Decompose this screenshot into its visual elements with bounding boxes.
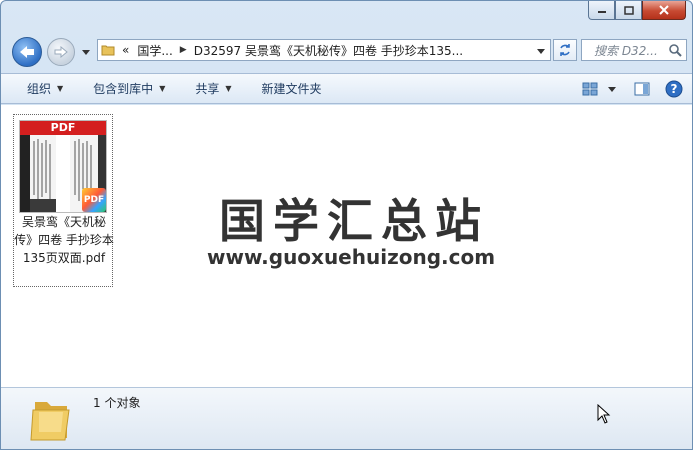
back-arrow-icon [20, 46, 34, 58]
new-folder-label: 新建文件夹 [261, 82, 322, 96]
breadcrumb-overflow[interactable]: « [118, 43, 133, 57]
folder-icon [30, 402, 70, 441]
preview-pane-icon [634, 82, 650, 95]
include-in-library-label: 包含到库中 [93, 82, 154, 96]
help-button[interactable]: ? [660, 78, 688, 100]
organize-label: 组织 [27, 82, 52, 96]
new-folder-button[interactable]: 新建文件夹 [252, 80, 332, 97]
details-pane: 1 个对象 [1, 387, 692, 449]
minimize-icon [597, 11, 606, 13]
mouse-cursor-icon [597, 404, 611, 424]
change-view-button[interactable] [576, 78, 604, 100]
breadcrumb-current-folder[interactable]: D32597 吴景鸾《天机秘传》四卷 手抄珍本135... [190, 42, 467, 59]
close-button[interactable] [642, 1, 686, 20]
pdf-thumbnail: PDF PDF [19, 120, 107, 213]
organize-button[interactable]: 组织 ▼ [17, 80, 73, 97]
search-box[interactable]: 搜索 D32... [581, 39, 687, 61]
watermark-url: www.guoxuehuizong.com [207, 245, 496, 269]
folder-icon [98, 40, 118, 60]
pdf-banner: PDF [20, 121, 106, 135]
address-bar[interactable]: « 国学... ▶ D32597 吴景鸾《天机秘传》四卷 手抄珍本135... [97, 39, 551, 61]
recent-pages-dropdown[interactable] [81, 47, 91, 57]
caption-buttons [588, 1, 686, 20]
file-name-label[interactable]: 吴景鸾《天机秘传》四卷 手抄珍本135页双面.pdf [14, 213, 114, 267]
close-icon [659, 5, 669, 15]
chevron-down-icon: ▼ [57, 84, 64, 93]
file-item[interactable]: PDF PDF 吴景鸾《天机秘传》四卷 手抄珍本135页双面.pdf [13, 114, 114, 287]
forward-button[interactable] [47, 38, 75, 66]
help-icon: ? [665, 80, 683, 97]
share-label: 共享 [195, 82, 220, 96]
refresh-button[interactable] [553, 39, 577, 61]
chevron-down-icon: ▼ [159, 84, 166, 93]
view-options-dropdown[interactable] [604, 78, 620, 100]
chevron-down-icon [608, 86, 616, 92]
explorer-window: « 国学... ▶ D32597 吴景鸾《天机秘传》四卷 手抄珍本135... … [0, 0, 693, 450]
include-in-library-button[interactable]: 包含到库中 ▼ [83, 80, 175, 97]
search-placeholder: 搜索 D32... [594, 43, 658, 58]
search-icon[interactable] [668, 43, 682, 57]
maximize-icon [623, 5, 634, 15]
svg-text:?: ? [671, 82, 678, 96]
view-icon [582, 82, 598, 95]
item-count: 1 个对象 [93, 396, 141, 410]
file-list[interactable]: PDF PDF 吴景鸾《天机秘传》四卷 手抄珍本135页双面.pdf 国学汇总站… [1, 105, 692, 387]
back-button[interactable] [12, 37, 42, 67]
preview-pane-button[interactable] [628, 78, 656, 100]
maximize-button[interactable] [615, 1, 642, 20]
breadcrumb-separator-icon[interactable]: ▶ [177, 45, 190, 55]
watermark-title: 国学汇总站 [219, 194, 489, 248]
pdf-app-badge-icon: PDF [82, 188, 106, 212]
refresh-icon [560, 44, 570, 56]
minimize-button[interactable] [588, 1, 615, 20]
view-controls: ? [576, 74, 692, 103]
address-dropdown-icon[interactable] [536, 46, 546, 56]
breadcrumb-guoxue[interactable]: 国学... [133, 42, 176, 59]
forward-arrow-icon [54, 46, 68, 58]
command-bar: 组织 ▼ 包含到库中 ▼ 共享 ▼ 新建文件夹 ? [1, 73, 692, 104]
chevron-down-icon: ▼ [225, 84, 232, 93]
share-button[interactable]: 共享 ▼ [185, 80, 241, 97]
